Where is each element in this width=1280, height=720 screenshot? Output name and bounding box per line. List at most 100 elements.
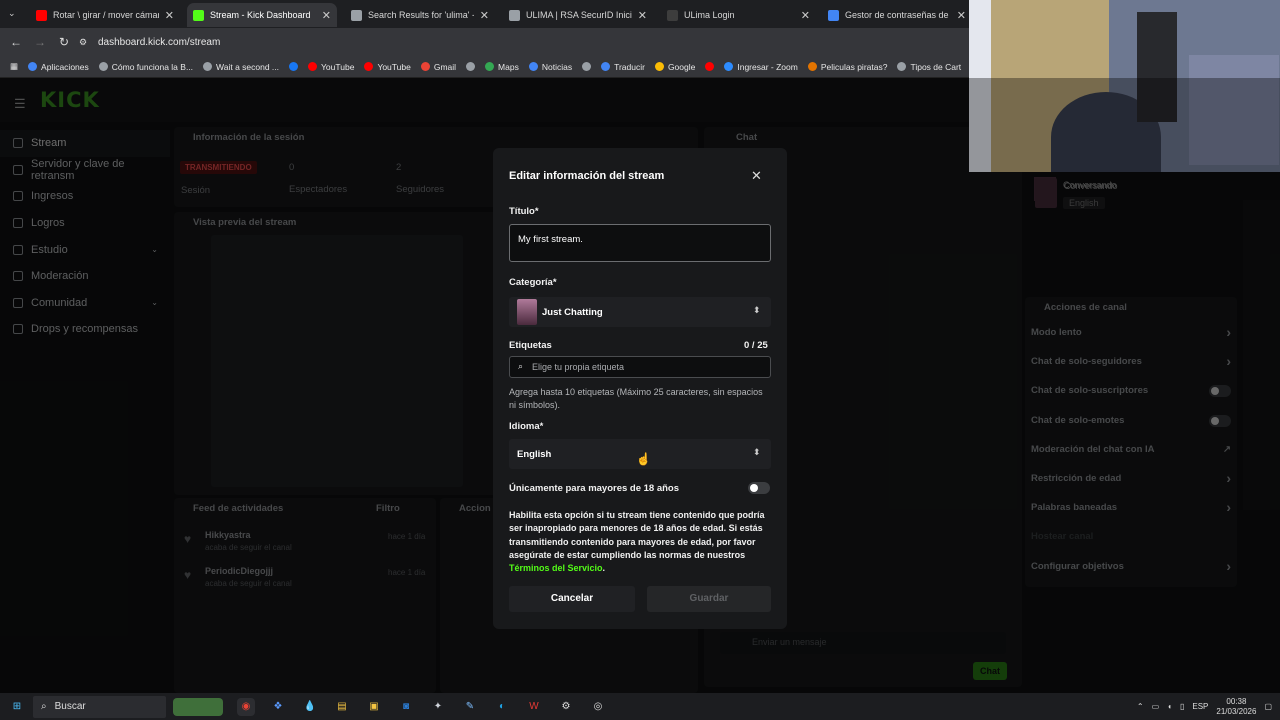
bookmark-item[interactable]: Peliculas piratas? bbox=[807, 62, 887, 72]
browser-tab[interactable]: Search Results for 'ulima' - Tie ✕ bbox=[345, 3, 495, 27]
file-explorer-icon[interactable]: ▤ bbox=[333, 698, 351, 716]
clock-time: 00:38 bbox=[1226, 696, 1247, 706]
mouse-cursor: ☝ bbox=[636, 452, 651, 466]
category-select[interactable]: Just Chatting ⬍ bbox=[509, 297, 771, 327]
tab-title: Gestor de contraseñas de Goog bbox=[845, 10, 951, 20]
bookmark-label: Ingresar - Zoom bbox=[737, 61, 798, 72]
bookmark-item[interactable]: Gmail bbox=[420, 62, 456, 72]
taskbar-search[interactable]: ⌕ Buscar bbox=[33, 695, 166, 718]
bookmark-item[interactable] bbox=[582, 62, 592, 71]
apps-grid-icon[interactable]: ▦ bbox=[10, 61, 18, 72]
windows-start-icon[interactable]: ⊞ bbox=[8, 698, 26, 716]
battery-icon[interactable]: ▯ bbox=[1180, 702, 1184, 711]
close-tab-icon[interactable]: ✕ bbox=[322, 9, 331, 22]
tab-favicon-icon bbox=[667, 9, 678, 21]
reload-icon[interactable]: ↻ bbox=[52, 35, 76, 49]
tags-hint: Agrega hasta 10 etiquetas (Máximo 25 car… bbox=[509, 387, 763, 410]
bookmark-label: Maps bbox=[498, 61, 519, 72]
bookmark-favicon-icon bbox=[203, 62, 213, 71]
url-field[interactable]: dashboard.kick.com/stream bbox=[98, 37, 220, 48]
bookmark-favicon-icon bbox=[289, 62, 299, 71]
tags-label: Etiquetas bbox=[509, 340, 552, 351]
bookmark-item[interactable]: Google bbox=[654, 61, 696, 72]
tags-placeholder: Elige tu propia etiqueta bbox=[532, 362, 625, 372]
bookmark-item[interactable]: Maps bbox=[485, 62, 519, 72]
bookmark-label: Google bbox=[667, 61, 696, 72]
input-language[interactable]: ESP bbox=[1192, 702, 1208, 711]
bookmark-item[interactable]: Traducir bbox=[601, 62, 645, 72]
tab-title: Search Results for 'ulima' - Tie bbox=[368, 10, 474, 20]
bookmark-label: YouTube bbox=[321, 61, 355, 72]
close-tab-icon[interactable]: ✕ bbox=[957, 9, 966, 22]
windows-taskbar: ⊞ ⌕ Buscar ◉ ❖ 💧 ▤ ▣ ◙ ✦ ✎ ◐ W ⚙ ◎ ⌃ ▭ ◖ … bbox=[0, 693, 1280, 720]
tab-title: Rotar \ girar / mover cámara OBS bbox=[53, 10, 159, 20]
category-label: Categoría* bbox=[509, 277, 557, 288]
close-icon[interactable]: ✕ bbox=[751, 168, 762, 184]
browser-tab[interactable]: ULima Login ✕ bbox=[661, 3, 816, 27]
terms-link[interactable]: Términos del Servicio bbox=[509, 563, 603, 573]
copilot-icon[interactable]: ❖ bbox=[269, 698, 287, 716]
close-tab-icon[interactable]: ✕ bbox=[801, 9, 810, 22]
forward-icon[interactable]: → bbox=[28, 35, 52, 49]
adult-toggle[interactable] bbox=[748, 482, 770, 494]
title-label: Título* bbox=[509, 206, 539, 217]
bookmark-item[interactable]: Noticias bbox=[528, 61, 573, 72]
tab-title: ULima Login bbox=[684, 10, 735, 20]
tab-title: ULIMA | RSA SecurID Inicio de S bbox=[526, 10, 632, 20]
bookmark-favicon-icon bbox=[466, 62, 476, 71]
bookmark-item[interactable] bbox=[705, 62, 715, 71]
bookmark-item[interactable]: Ingresar - Zoom bbox=[724, 61, 798, 72]
close-tab-icon[interactable]: ✕ bbox=[638, 9, 647, 22]
browser-tab[interactable]: Gestor de contraseñas de Goog ✕ bbox=[822, 3, 972, 27]
bookmark-item[interactable]: YouTube bbox=[364, 62, 411, 72]
bookmark-item[interactable]: Tipos de Cart bbox=[897, 62, 961, 72]
bookmark-favicon-icon bbox=[98, 62, 108, 71]
title-input[interactable]: My first stream. bbox=[509, 224, 771, 262]
bookmark-item[interactable] bbox=[289, 62, 299, 71]
tab-search-icon[interactable]: ⌄ bbox=[8, 8, 16, 19]
store-icon[interactable]: ▣ bbox=[365, 698, 383, 716]
bookmark-item[interactable] bbox=[466, 62, 476, 71]
search-icon: ⌕ bbox=[41, 701, 47, 712]
category-thumbnail bbox=[517, 299, 537, 325]
network-icon[interactable]: ▭ bbox=[1152, 702, 1160, 711]
save-button[interactable]: Guardar bbox=[647, 586, 771, 612]
clock[interactable]: 00:38 21/03/2026 bbox=[1216, 697, 1256, 717]
bookmark-item[interactable]: Wait a second ... bbox=[203, 62, 279, 72]
cancel-button[interactable]: Cancelar bbox=[509, 586, 635, 612]
browser-tab[interactable]: Rotar \ girar / mover cámara OBS ✕ bbox=[30, 3, 180, 27]
notification-icon[interactable]: ▢ bbox=[1264, 702, 1272, 711]
bookmark-favicon-icon bbox=[420, 62, 430, 71]
bookmark-favicon-icon bbox=[528, 62, 538, 71]
bookmark-favicon-icon bbox=[582, 62, 592, 71]
bookmark-favicon-icon bbox=[485, 62, 495, 71]
bookmark-item[interactable]: Cómo funciona la B... bbox=[98, 61, 194, 72]
site-info-icon[interactable]: ⚙ bbox=[76, 37, 90, 48]
bookmark-label: Noticias bbox=[541, 61, 573, 72]
language-value: English bbox=[517, 449, 552, 460]
chevron-up-icon[interactable]: ⌃ bbox=[1137, 702, 1144, 711]
browser-tab[interactable]: ULIMA | RSA SecurID Inicio de S ✕ bbox=[503, 3, 653, 27]
browser-tab[interactable]: Stream - Kick Dashboard ✕ bbox=[187, 3, 337, 27]
bookmark-favicon-icon bbox=[705, 62, 715, 71]
select-arrows-icon: ⬍ bbox=[753, 447, 761, 457]
chrome-icon[interactable]: ◉ bbox=[237, 697, 255, 716]
terms-suffix: . bbox=[602, 563, 606, 574]
close-tab-icon[interactable]: ✕ bbox=[480, 9, 489, 22]
bookmark-label: Cómo funciona la B... bbox=[111, 61, 194, 72]
close-tab-icon[interactable]: ✕ bbox=[165, 9, 174, 22]
wps-icon[interactable]: W bbox=[525, 698, 543, 716]
bookmark-item[interactable]: YouTube bbox=[308, 62, 354, 72]
volume-icon[interactable]: ◖ bbox=[1167, 702, 1172, 711]
settings-icon[interactable]: ⚙ bbox=[557, 698, 575, 716]
edge-icon[interactable]: ◐ bbox=[493, 698, 511, 716]
app-icon[interactable]: ✦ bbox=[429, 698, 447, 716]
widget-icon[interactable] bbox=[173, 697, 223, 716]
tags-input[interactable]: ⌕ Elige tu propia etiqueta bbox=[509, 356, 771, 378]
app-drop-icon[interactable]: 💧 bbox=[301, 698, 319, 716]
notepad-icon[interactable]: ✎ bbox=[461, 698, 479, 716]
back-icon[interactable]: ← bbox=[4, 35, 28, 49]
bookmark-item[interactable]: Aplicaciones bbox=[28, 62, 89, 72]
outlook-icon[interactable]: ◙ bbox=[397, 698, 415, 716]
obs-icon[interactable]: ◎ bbox=[589, 698, 607, 716]
